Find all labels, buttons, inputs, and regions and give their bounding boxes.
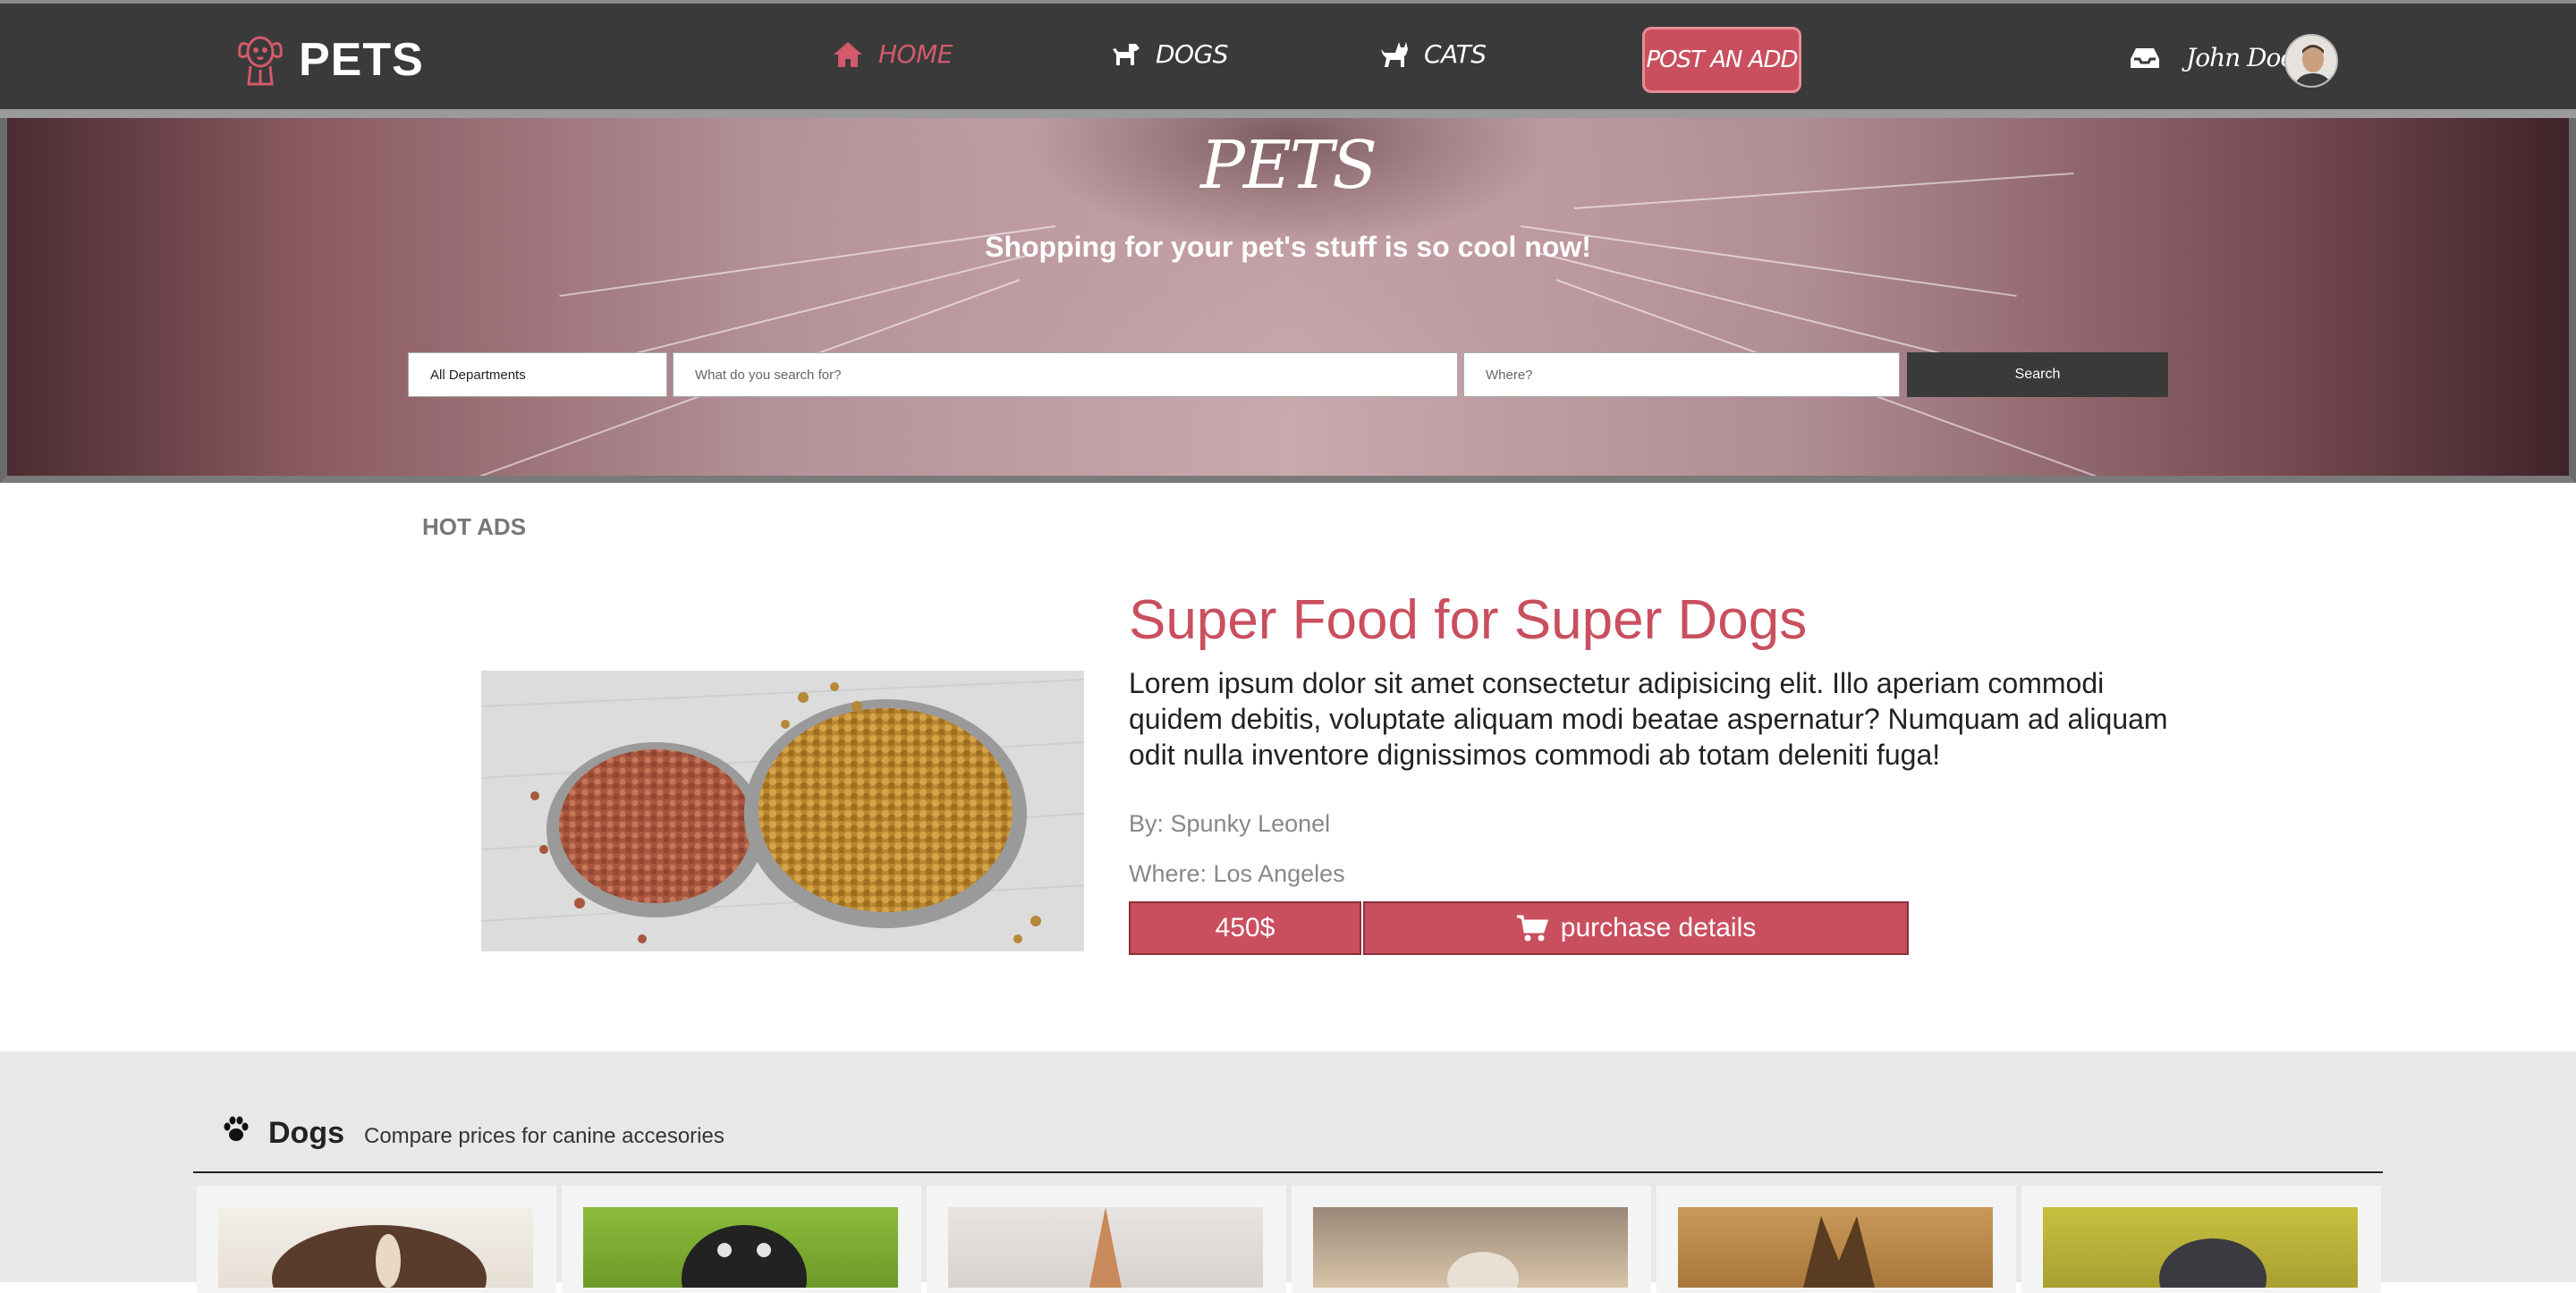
dog-card[interactable] bbox=[927, 1186, 1286, 1293]
cat-icon bbox=[1381, 41, 1408, 67]
ad-title[interactable]: Super Food for Super Dogs bbox=[1129, 588, 1807, 652]
dog-card-image bbox=[1678, 1207, 1993, 1288]
dog-card[interactable] bbox=[1292, 1186, 1651, 1293]
hot-ads-label: HOT ADS bbox=[422, 513, 527, 540]
dogs-section: Dogs Compare prices for canine accesorie… bbox=[0, 1052, 2576, 1293]
hero-banner: PETS Shopping for your pet's stuff is so… bbox=[0, 118, 2576, 483]
price-button[interactable]: 450$ bbox=[1129, 901, 1361, 955]
dog-food-bowls-image bbox=[481, 671, 1084, 951]
nav-cats-label: CATS bbox=[1424, 39, 1487, 69]
dogs-subtitle: Compare prices for canine accesories bbox=[364, 1124, 724, 1148]
dog-card[interactable] bbox=[562, 1186, 921, 1293]
nav-home[interactable]: HOME bbox=[832, 39, 953, 69]
dog-card-image bbox=[948, 1207, 1263, 1288]
dog-logo-icon bbox=[238, 36, 283, 86]
ad-image[interactable] bbox=[481, 671, 1084, 951]
user-avatar-image bbox=[2286, 36, 2336, 86]
nav-cats[interactable]: CATS bbox=[1377, 39, 1487, 69]
nav-dogs[interactable]: DOGS bbox=[1109, 39, 1229, 69]
dog-card[interactable] bbox=[2021, 1186, 2381, 1293]
dog-card-image bbox=[583, 1207, 898, 1293]
purchase-details-button[interactable]: purchase details bbox=[1363, 901, 1909, 955]
logo-text: PETS bbox=[299, 34, 424, 86]
section-divider bbox=[193, 1171, 2383, 1173]
ad-author: By: Spunky Leonel bbox=[1129, 810, 1331, 837]
dogs-title: Dogs bbox=[268, 1116, 344, 1150]
nav-home-label: HOME bbox=[878, 39, 953, 69]
user-name[interactable]: John Doe bbox=[2186, 43, 2295, 72]
cart-icon bbox=[1516, 915, 1548, 942]
purchase-details-label: purchase details bbox=[1560, 913, 1757, 942]
logo[interactable]: PETS bbox=[234, 30, 424, 89]
nav-dogs-label: DOGS bbox=[1156, 39, 1229, 69]
dog-card-image bbox=[218, 1207, 533, 1293]
paw-icon bbox=[224, 1116, 249, 1141]
top-navbar: PETS HOME DOGS CATS POST AN ADD John Doe bbox=[0, 0, 2576, 118]
post-ad-button[interactable]: POST AN ADD bbox=[1642, 27, 1801, 93]
dog-card-image bbox=[1313, 1207, 1628, 1293]
dog-icon bbox=[1113, 43, 1140, 65]
ad-description: Lorem ipsum dolor sit amet consectetur a… bbox=[1129, 667, 2168, 771]
inbox-icon[interactable] bbox=[2129, 45, 2161, 72]
hero-frame bbox=[0, 118, 2576, 483]
avatar[interactable] bbox=[2284, 34, 2338, 88]
dog-card[interactable] bbox=[197, 1186, 556, 1293]
dog-card[interactable] bbox=[1657, 1186, 2016, 1293]
dog-card-image bbox=[2043, 1207, 2358, 1293]
dogs-header: Dogs Compare prices for canine accesorie… bbox=[222, 1116, 724, 1151]
home-icon bbox=[834, 41, 862, 67]
ad-location: Where: Los Angeles bbox=[1129, 860, 1345, 887]
